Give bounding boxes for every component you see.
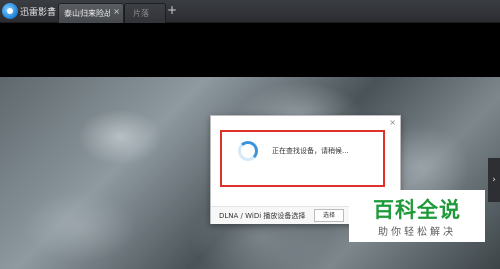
- watermark-logo: 百科全说 助你轻松解决: [349, 190, 485, 242]
- tab-label: 泰山归来险战: [64, 9, 110, 18]
- searching-status-text: 正在查找设备，请稍候...: [272, 147, 349, 155]
- new-tab-plus-icon[interactable]: +: [167, 3, 177, 17]
- title-bar: 迅雷影音 ▾ 泰山归来险战 × 片落 +: [0, 0, 500, 23]
- app-menu-chevron-down-icon[interactable]: ▾: [50, 5, 54, 13]
- side-panel-toggle-icon[interactable]: ›: [488, 158, 500, 202]
- watermark-subtitle: 助你轻松解决: [378, 227, 456, 238]
- tab-label: 片落: [133, 9, 149, 18]
- loading-spinner-icon: [238, 141, 258, 161]
- footer-label: DLNA / WiDi 播放设备选择: [219, 212, 306, 220]
- tab-close-icon[interactable]: ×: [113, 7, 120, 16]
- watermark-title: 百科全说: [373, 198, 461, 222]
- tab-inactive[interactable]: 片落: [124, 3, 166, 23]
- select-button[interactable]: 选择: [314, 209, 344, 222]
- tab-active[interactable]: 泰山归来险战 ×: [58, 3, 124, 23]
- dialog-close-icon[interactable]: ×: [389, 118, 396, 127]
- app-logo-icon[interactable]: [2, 3, 18, 19]
